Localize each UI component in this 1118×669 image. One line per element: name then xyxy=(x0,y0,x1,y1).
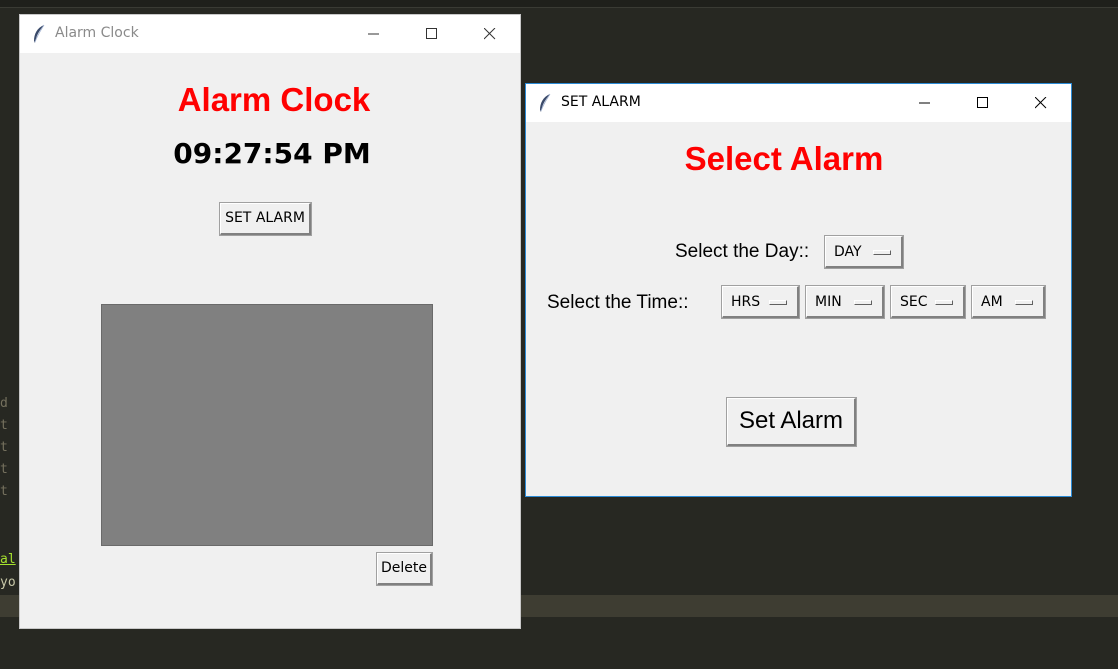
maximize-icon xyxy=(977,97,988,108)
feather-icon xyxy=(540,93,551,112)
close-button[interactable] xyxy=(467,15,513,53)
editor-gutter-mark: d xyxy=(0,396,8,411)
ampm-menu-value: AM xyxy=(981,294,1003,310)
dropdown-indicator-icon xyxy=(935,300,953,305)
editor-code-line[interactable]: al xyxy=(0,552,16,568)
dropdown-indicator-icon xyxy=(854,300,872,305)
close-button[interactable] xyxy=(1018,84,1064,122)
hours-menu-value: HRS xyxy=(731,294,761,310)
window-title: Alarm Clock xyxy=(55,25,139,41)
maximize-button[interactable] xyxy=(409,15,455,53)
day-label: Select the Day:: xyxy=(675,241,810,262)
minimize-icon xyxy=(919,102,930,104)
minimize-button[interactable] xyxy=(902,84,948,122)
editor-gutter-mark: t xyxy=(0,418,8,433)
seconds-menu[interactable]: SEC xyxy=(890,285,966,319)
title-bar[interactable]: Alarm Clock xyxy=(20,15,520,53)
set-alarm-heading: Select Alarm xyxy=(684,140,884,177)
minimize-icon xyxy=(368,33,379,35)
editor-code-line[interactable]: yo xyxy=(0,575,16,591)
minimize-button[interactable] xyxy=(351,15,397,53)
dropdown-indicator-icon xyxy=(873,250,891,255)
seconds-menu-value: SEC xyxy=(900,294,928,310)
day-menu[interactable]: DAY xyxy=(824,235,904,269)
editor-gutter-mark: t xyxy=(0,484,8,499)
close-icon xyxy=(1035,97,1047,109)
app-heading: Alarm Clock xyxy=(177,81,371,118)
set-alarm-window: SET ALARM Select Alarm Select the Day:: … xyxy=(525,83,1072,497)
alarm-list[interactable] xyxy=(101,304,433,546)
close-icon xyxy=(484,28,496,40)
maximize-icon xyxy=(426,28,437,39)
title-bar[interactable]: SET ALARM xyxy=(526,84,1071,122)
editor-gutter-mark: t xyxy=(0,462,8,477)
feather-icon xyxy=(34,24,45,43)
minutes-menu-value: MIN xyxy=(815,294,842,310)
maximize-button[interactable] xyxy=(960,84,1006,122)
hours-menu[interactable]: HRS xyxy=(721,285,800,319)
dropdown-indicator-icon xyxy=(1015,300,1033,305)
day-menu-value: DAY xyxy=(834,244,862,260)
editor-top-bar xyxy=(0,0,1118,8)
delete-button[interactable]: Delete xyxy=(376,552,433,586)
time-label: Select the Time:: xyxy=(547,292,689,313)
window-title: SET ALARM xyxy=(561,94,641,110)
ampm-menu[interactable]: AM xyxy=(971,285,1046,319)
editor-gutter-mark: t xyxy=(0,440,8,455)
set-alarm-confirm-button[interactable]: Set Alarm xyxy=(726,397,857,447)
dropdown-indicator-icon xyxy=(769,300,787,305)
current-time: 09:27:54 PM xyxy=(173,137,371,170)
minutes-menu[interactable]: MIN xyxy=(805,285,885,319)
set-alarm-button[interactable]: SET ALARM xyxy=(219,202,312,236)
alarm-clock-window: Alarm Clock Alarm Clock 09:27:54 PM SET … xyxy=(20,15,520,628)
